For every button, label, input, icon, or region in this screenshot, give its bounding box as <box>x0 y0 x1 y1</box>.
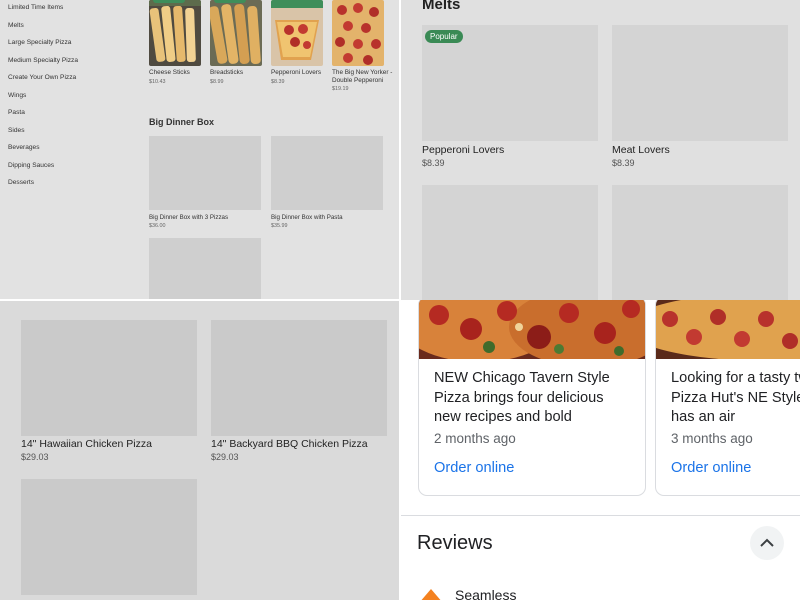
sidebar-item-desserts[interactable]: Desserts <box>8 179 138 197</box>
melts-panel: Melts Popular Pepperoni Lovers $8.39 Mea… <box>400 0 800 300</box>
sidebar-item-large-specialty[interactable]: Large Specialty Pizza <box>8 39 138 57</box>
melt-item-card[interactable]: Popular Pepperoni Lovers $8.39 <box>422 25 598 168</box>
section-divider <box>400 515 800 516</box>
item-price: $8.39 <box>422 158 445 168</box>
item-image-placeholder <box>612 25 788 141</box>
post-date: 2 months ago <box>434 431 516 446</box>
item-name: 14" Backyard BBQ Chicken Pizza <box>211 438 368 450</box>
item-image-placeholder <box>211 320 387 436</box>
item-price: $29.03 <box>21 452 49 462</box>
pepperoni-lovers-image <box>271 0 323 66</box>
sidebar-item-wings[interactable]: Wings <box>8 92 138 110</box>
sidebar-item-medium-specialty[interactable]: Medium Specialty Pizza <box>8 57 138 75</box>
pizza-item-card[interactable]: 14" Backyard BBQ Chicken Pizza $29.03 <box>211 320 387 462</box>
sidebar-item-beverages[interactable]: Beverages <box>8 144 138 162</box>
item-image-placeholder <box>149 238 261 300</box>
menu-item-card[interactable]: Pepperoni Lovers $8.39 <box>271 0 323 85</box>
pizza-grid-panel: 14" Hawaiian Chicken Pizza $29.03 14" Ba… <box>0 300 400 600</box>
menu-item-card[interactable]: Big Dinner Box with 3 Pizzas $36.00 <box>149 136 261 229</box>
chevron-down-icon[interactable] <box>772 596 782 600</box>
cheese-sticks-image <box>149 0 201 66</box>
item-price: $29.03 <box>211 452 239 462</box>
pizza-item-card[interactable]: 14" Hawaiian Chicken Pizza $29.03 <box>21 320 197 462</box>
item-name: Big Dinner Box with Pasta <box>271 214 343 221</box>
item-image-placeholder <box>149 136 261 210</box>
item-image-placeholder <box>422 185 598 300</box>
sidebar-item-pasta[interactable]: Pasta <box>8 109 138 127</box>
order-online-link[interactable]: Order online <box>656 446 800 476</box>
order-online-link[interactable]: Order online <box>419 446 645 476</box>
sidebar-item-create-your-own[interactable]: Create Your Own Pizza <box>8 74 138 92</box>
item-name: Cheese Sticks <box>149 69 190 76</box>
sidebar-item-sides[interactable]: Sides <box>8 127 138 145</box>
sidebar-item-dipping-sauces[interactable]: Dipping Sauces <box>8 162 138 180</box>
item-price: $8.39 <box>612 158 635 168</box>
review-source-name[interactable]: Seamless <box>455 587 516 600</box>
item-image-placeholder <box>21 479 197 595</box>
item-name: Breadsticks <box>210 69 244 76</box>
big-dinner-box-heading: Big Dinner Box <box>149 117 215 127</box>
post-text: NEW Chicago Tavern Style Pizza brings fo… <box>434 370 610 425</box>
big-new-yorker-image <box>332 0 384 66</box>
sidebar-item-melts[interactable]: Melts <box>8 22 138 40</box>
item-image-placeholder <box>271 136 383 210</box>
item-price: $8.99 <box>210 78 224 85</box>
post-text: Looking for a tasty tw crust? Pizza Hut'… <box>671 370 800 425</box>
menu-item-card[interactable] <box>149 238 261 300</box>
melt-item-card[interactable] <box>612 185 788 300</box>
menu-item-card[interactable]: Breadsticks $8.99 <box>210 0 262 85</box>
business-profile-panel: NEW Chicago Tavern Style Pizza brings fo… <box>400 300 800 600</box>
item-name: The Big New Yorker - Double Pepperoni <box>332 69 393 84</box>
quadrant-divider-horizontal <box>0 299 400 301</box>
item-price: $10.43 <box>149 78 166 85</box>
chevron-up-icon <box>760 534 774 552</box>
item-name: Pepperoni Lovers <box>422 144 505 156</box>
item-name: 14" Hawaiian Chicken Pizza <box>21 438 152 450</box>
item-image-placeholder <box>612 185 788 300</box>
menu-item-card[interactable]: The Big New Yorker - Double Pepperoni $1… <box>332 0 400 92</box>
item-price: $36.00 <box>149 223 166 229</box>
pizza-photo <box>656 300 800 359</box>
item-image-placeholder: Popular <box>422 25 598 141</box>
pizza-item-card[interactable] <box>21 479 197 595</box>
popular-badge: Popular <box>425 30 463 43</box>
post-card[interactable]: Looking for a tasty tw crust? Pizza Hut'… <box>655 300 800 496</box>
menu-page-panel: Limited Time Items Melts Large Specialty… <box>0 0 400 300</box>
melt-item-card[interactable] <box>422 185 598 300</box>
item-name: Pepperoni Lovers <box>271 69 322 76</box>
item-name: Big Dinner Box with 3 Pizzas <box>149 214 229 221</box>
reviews-heading: Reviews <box>417 532 493 554</box>
menu-item-card[interactable]: Cheese Sticks $10.43 <box>149 0 201 85</box>
item-price: $19.19 <box>332 86 349 92</box>
post-card[interactable]: NEW Chicago Tavern Style Pizza brings fo… <box>418 300 646 496</box>
menu-category-sidebar: Limited Time Items Melts Large Specialty… <box>8 4 138 197</box>
melt-item-card[interactable]: Meat Lovers $8.39 <box>612 25 788 168</box>
menu-item-card[interactable]: Big Dinner Box with Pasta $35.99 <box>271 136 383 229</box>
item-name: Meat Lovers <box>612 144 670 156</box>
pizza-photo <box>419 300 645 359</box>
post-date: 3 months ago <box>671 431 753 446</box>
item-price: $35.99 <box>271 223 288 229</box>
item-image-placeholder <box>21 320 197 436</box>
melts-heading: Melts <box>422 0 461 13</box>
breadsticks-image <box>210 0 262 66</box>
item-price: $8.39 <box>271 78 285 85</box>
seamless-logo-icon <box>417 589 445 600</box>
collapse-button[interactable] <box>750 526 784 560</box>
sidebar-item-limited-time[interactable]: Limited Time Items <box>8 4 138 22</box>
